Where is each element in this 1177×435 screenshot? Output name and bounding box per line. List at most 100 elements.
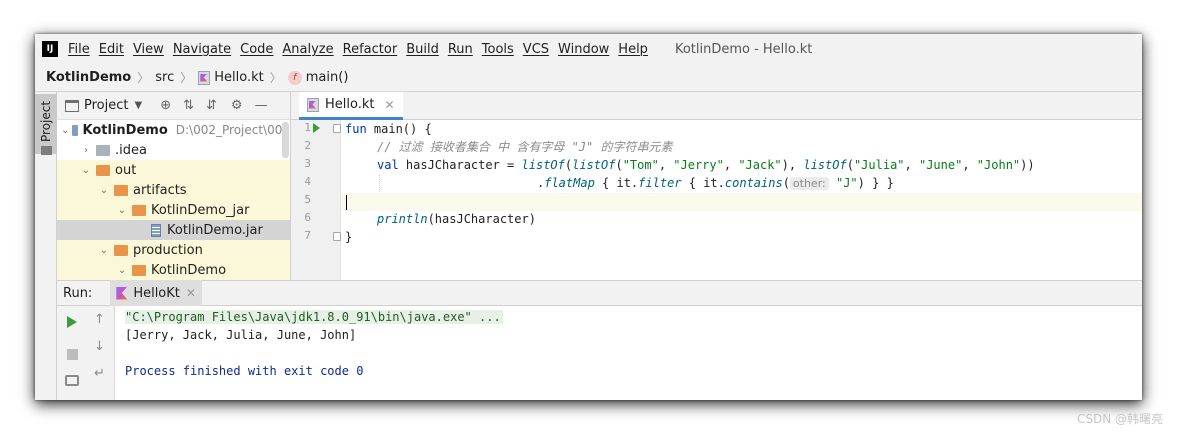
function-icon: f	[287, 70, 302, 85]
fold-icon[interactable]	[333, 124, 341, 133]
chevron-right-icon: 〉	[269, 71, 282, 85]
chevron-right-icon: 〉	[180, 71, 193, 85]
menu-refactor[interactable]: Refactor	[343, 42, 398, 57]
project-tree: ⌄ KotlinDemo D:\002_Project\003 › .idea …	[57, 120, 290, 280]
line-number: 3	[304, 157, 311, 170]
menu-edit[interactable]: Edit	[99, 42, 124, 57]
folder-icon	[41, 146, 52, 155]
window-icon	[65, 99, 79, 112]
text-caret	[346, 195, 347, 210]
chevron-right-icon: 〉	[137, 71, 150, 85]
tree-item-kotlindemo-jar[interactable]: KotlinDemo.jar	[57, 220, 290, 240]
code-line-2: // 过滤 接收者集合 中 含有字母 "J" 的字符串元素	[377, 140, 673, 154]
watermark: CSDN @韩曙亮	[1076, 412, 1163, 426]
tree-item-artifacts[interactable]: ⌄ artifacts	[57, 180, 290, 200]
minimize-icon[interactable]: —	[255, 98, 268, 113]
console-command-line: "C:\Program Files\Java\jdk1.8.0_91\bin\j…	[125, 310, 503, 324]
code-editor[interactable]: 1 2 3 4 5 6 7 fun main() { // 过滤 接收者集合 中…	[291, 120, 1142, 280]
menu-vcs[interactable]: VCS	[523, 42, 549, 57]
run-panel-header: Run: HelloKt ✕	[57, 280, 1142, 306]
project-view-selector[interactable]: Project	[84, 98, 128, 113]
menu-tools[interactable]: Tools	[482, 42, 514, 57]
chevron-down-icon[interactable]: ⌄	[97, 245, 111, 256]
code-line-3: val hasJCharacter = listOf(listOf("Tom",…	[377, 158, 1035, 172]
soft-wrap-icon[interactable]: ↵	[94, 366, 105, 381]
rerun-icon[interactable]	[67, 316, 77, 328]
ide-window: IJ File Edit View Navigate Code Analyze …	[35, 34, 1142, 400]
project-tool-tab[interactable]: Project	[35, 94, 57, 155]
run-tab-hellokt[interactable]: HelloKt ✕	[110, 280, 202, 306]
chevron-down-icon[interactable]: ▼	[134, 100, 142, 111]
menu-file[interactable]: File	[68, 42, 90, 57]
folder-icon	[132, 264, 146, 276]
stop-icon[interactable]	[67, 349, 78, 360]
module-folder-icon	[72, 124, 78, 136]
tree-item-path: D:\002_Project\003	[175, 123, 290, 137]
menu-view[interactable]: View	[133, 42, 164, 57]
line-number: 1	[304, 121, 311, 134]
run-panel-label: Run:	[63, 285, 93, 301]
tree-item-idea[interactable]: › .idea	[57, 140, 290, 160]
breadcrumb-file[interactable]: Hello.kt	[198, 70, 264, 85]
menu-code[interactable]: Code	[240, 42, 273, 57]
run-gutter-icon[interactable]	[313, 123, 320, 133]
arrow-up-icon[interactable]: ↑	[94, 312, 105, 327]
menu-bar: IJ File Edit View Navigate Code Analyze …	[35, 34, 1142, 64]
console-process-line: Process finished with exit code 0	[125, 364, 364, 378]
chevron-down-icon[interactable]: ⌄	[115, 205, 129, 216]
menu-analyze[interactable]: Analyze	[282, 42, 333, 57]
intellij-logo-icon: IJ	[42, 41, 58, 57]
close-icon[interactable]: ✕	[384, 98, 394, 112]
tree-item-label: production	[133, 242, 203, 258]
chevron-down-icon[interactable]: ⌄	[115, 265, 129, 276]
tree-item-kotlindemo-output[interactable]: ⌄ KotlinDemo	[57, 260, 290, 280]
code-line-4: .flatMap { it.filter { it.contains(other…	[537, 176, 894, 190]
gear-icon[interactable]: ⚙	[231, 98, 243, 113]
folder-icon	[96, 164, 110, 176]
run-console[interactable]: "C:\Program Files\Java\jdk1.8.0_91\bin\j…	[115, 306, 1142, 400]
project-panel: Project ▼ ⊕ ⇅ ⇵ ⚙ — ⌄ KotlinDemo D:\002_…	[57, 92, 291, 280]
locate-icon[interactable]: ⊕	[160, 98, 171, 113]
line-number: 4	[304, 175, 311, 188]
window-title: KotlinDemo - Hello.kt	[674, 41, 813, 57]
menu-run[interactable]: Run	[448, 42, 473, 57]
folder-icon	[114, 244, 128, 256]
jar-file-icon	[151, 223, 161, 237]
editor-tab-bar: Hello.kt ✕	[291, 92, 1142, 120]
chevron-down-icon[interactable]: ⌄	[61, 125, 69, 136]
fold-icon[interactable]	[333, 232, 341, 241]
close-icon[interactable]: ✕	[186, 286, 196, 300]
chevron-down-icon[interactable]: ⌄	[79, 165, 93, 176]
parameter-hint: other:	[789, 177, 829, 190]
camera-icon[interactable]	[65, 375, 79, 386]
chevron-right-icon[interactable]: ›	[79, 145, 93, 156]
chevron-down-icon[interactable]: ⌄	[97, 185, 111, 196]
project-tool-tab-label: Project	[39, 100, 53, 142]
indent-guide	[379, 174, 380, 192]
tab-hello-kt[interactable]: Hello.kt ✕	[299, 92, 403, 120]
menu-build[interactable]: Build	[406, 42, 439, 57]
collapse-all-icon[interactable]: ⇵	[206, 98, 217, 113]
line-number: 7	[304, 229, 311, 242]
tree-item-out[interactable]: ⌄ out	[57, 160, 290, 180]
menu-window[interactable]: Window	[558, 42, 609, 57]
tree-item-kotlindemo[interactable]: ⌄ KotlinDemo D:\002_Project\003	[57, 120, 290, 140]
code-line-1: fun main() {	[345, 122, 432, 136]
breadcrumb-project[interactable]: KotlinDemo	[46, 70, 131, 85]
breadcrumb-function[interactable]: f main()	[287, 70, 348, 85]
kotlin-file-icon	[307, 97, 319, 112]
current-line-highlight	[341, 193, 1142, 211]
menu-navigate[interactable]: Navigate	[173, 42, 231, 57]
breadcrumb-src[interactable]: src	[155, 70, 174, 85]
expand-all-icon[interactable]: ⇅	[183, 98, 194, 113]
line-number: 2	[304, 139, 311, 152]
folder-icon	[132, 204, 146, 216]
tree-item-production[interactable]: ⌄ production	[57, 240, 290, 260]
left-tool-strip: Project	[35, 92, 57, 400]
project-scrollbar[interactable]	[282, 122, 289, 158]
menu-help[interactable]: Help	[618, 42, 648, 57]
code-line-7: }	[345, 230, 353, 244]
tree-item-label: out	[115, 162, 137, 178]
arrow-down-icon[interactable]: ↓	[94, 339, 105, 354]
tree-item-kotlindemo-jar-folder[interactable]: ⌄ KotlinDemo_jar	[57, 200, 290, 220]
